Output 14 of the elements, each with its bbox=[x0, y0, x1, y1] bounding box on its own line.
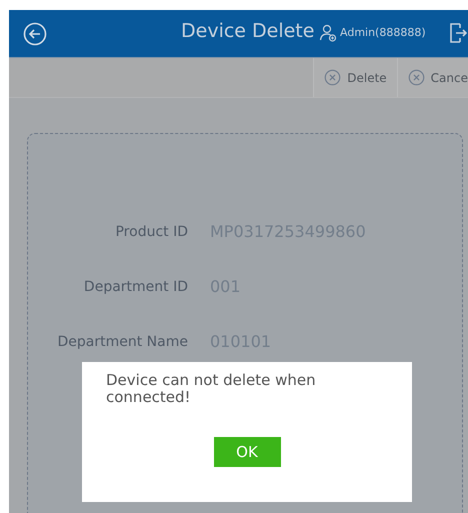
ok-button[interactable]: OK bbox=[214, 436, 280, 466]
field-label: Product ID bbox=[114, 224, 188, 240]
user-icon bbox=[319, 24, 337, 42]
close-circle-icon bbox=[324, 69, 342, 86]
user-name: Admin(888888) bbox=[340, 26, 426, 39]
toolbar-button[interactable]: Cance bbox=[396, 58, 468, 97]
page-title: Device Delete bbox=[181, 20, 314, 42]
field-label: Department ID bbox=[82, 278, 188, 294]
close-circle-icon bbox=[408, 69, 425, 86]
field-label: Department Name bbox=[56, 334, 188, 350]
back-icon[interactable] bbox=[23, 22, 47, 46]
toolbar-button[interactable]: Delete bbox=[313, 58, 397, 97]
logout-icon[interactable] bbox=[449, 22, 467, 44]
dialog-message: Device can not delete when connected! bbox=[106, 372, 317, 406]
